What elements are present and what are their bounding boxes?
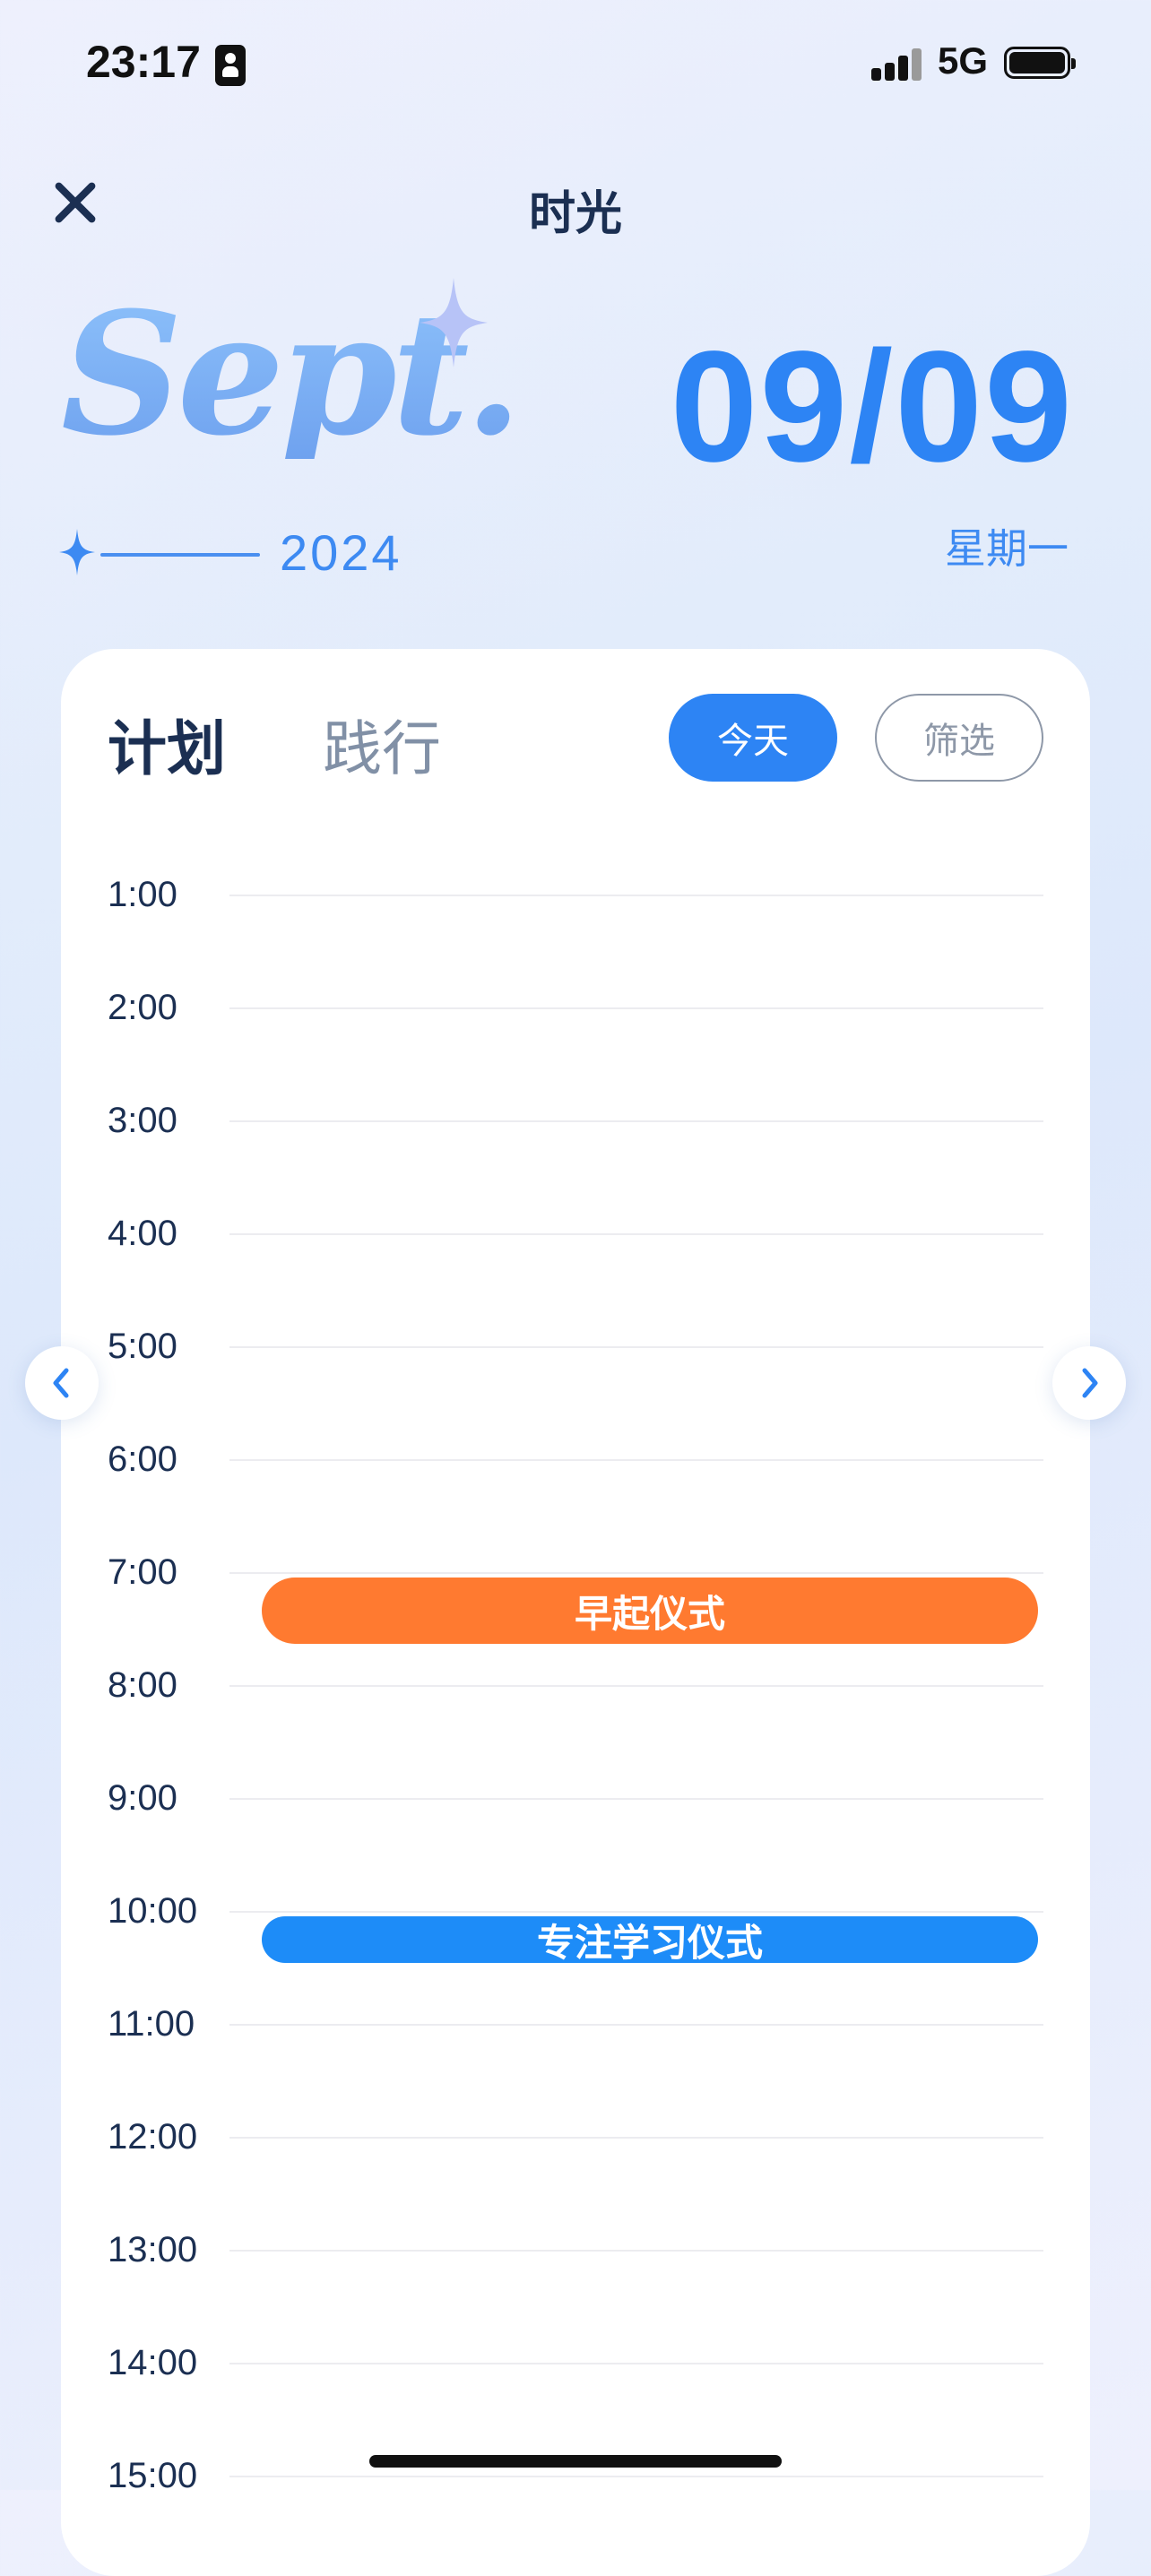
signal-icon [871, 47, 923, 81]
event-morning-ritual[interactable]: 早起仪式 [262, 1578, 1038, 1644]
home-indicator[interactable] [369, 2455, 782, 2468]
hour-label: 6:00 [108, 1439, 177, 1479]
hour-divider [229, 1459, 1043, 1461]
hour-divider [229, 2250, 1043, 2252]
hour-label: 5:00 [108, 1327, 177, 1366]
hour-divider [229, 2024, 1043, 2026]
hour-divider [229, 1120, 1043, 1122]
hour-divider [229, 1798, 1043, 1800]
contact-card-icon [215, 45, 246, 86]
hour-label: 11:00 [108, 2004, 195, 2044]
network-label: 5G [938, 39, 989, 82]
event-study-ritual[interactable]: 专注学习仪式 [262, 1916, 1038, 1964]
filter-button[interactable]: 筛选 [875, 694, 1043, 782]
hour-label: 7:00 [108, 1552, 177, 1592]
hour-divider [229, 1346, 1043, 1348]
page-title: 时光 [528, 188, 622, 240]
chevron-right-icon [1082, 1368, 1098, 1398]
hour-label: 12:00 [108, 2117, 198, 2157]
hour-divider [229, 1685, 1043, 1687]
hour-divider [229, 1007, 1043, 1009]
hour-label: 2:00 [108, 988, 177, 1027]
hour-divider [229, 1233, 1043, 1235]
tab-practice[interactable]: 践行 [323, 701, 441, 787]
sparkle-icon [420, 278, 488, 367]
hour-label: 10:00 [108, 1891, 198, 1931]
year-divider [100, 553, 260, 557]
tab-plan[interactable]: 计划 [108, 701, 226, 787]
date-display: 09/09 [670, 319, 1074, 495]
hour-label: 4:00 [108, 1214, 177, 1253]
next-day-button[interactable] [1052, 1346, 1126, 1420]
weekday-label: 星期一 [945, 525, 1069, 572]
today-button[interactable]: 今天 [669, 694, 837, 782]
hour-label: 9:00 [108, 1778, 177, 1818]
hour-label: 1:00 [108, 875, 177, 914]
sparkle-small-icon [59, 529, 95, 575]
hour-label: 13:00 [108, 2230, 198, 2269]
hour-divider [229, 2363, 1043, 2364]
hour-label: 14:00 [108, 2343, 198, 2382]
hour-divider [229, 1572, 1043, 1574]
hour-label: 15:00 [108, 2456, 198, 2495]
status-time: 23:17 [86, 37, 201, 87]
hour-divider [229, 2476, 1043, 2477]
chevron-left-icon [53, 1368, 69, 1398]
year-label: 2024 [280, 524, 402, 581]
battery-icon [1004, 47, 1076, 79]
hour-label: 8:00 [108, 1665, 177, 1705]
hour-divider [229, 2137, 1043, 2139]
prev-day-button[interactable] [25, 1346, 99, 1420]
hour-divider [229, 895, 1043, 896]
hour-label: 3:00 [108, 1101, 177, 1140]
